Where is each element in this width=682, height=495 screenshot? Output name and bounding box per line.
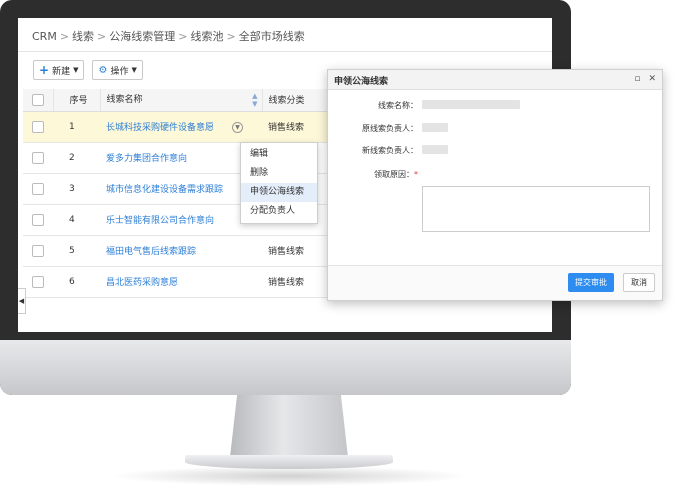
select-all-checkbox[interactable] <box>31 93 44 106</box>
row-name-cell: 乐士智能有限公司合作意向 <box>100 204 262 236</box>
dialog-title: 申领公海线索 <box>334 77 389 87</box>
monitor-stand-neck <box>230 395 348 457</box>
row-index: 2 <box>53 142 100 174</box>
toolbar: + 新建 ▼ ⚙ 操作 ▼ <box>33 60 143 80</box>
row-check-cell <box>23 111 53 143</box>
breadcrumb-leads[interactable]: 线索 <box>72 30 94 43</box>
breadcrumb-lead-pool[interactable]: 线索池 <box>190 30 223 43</box>
breadcrumb-separator: > <box>178 30 188 43</box>
action-button-label: 操作 <box>110 66 129 77</box>
dialog-window-controls: ▫ ✕ <box>634 74 656 84</box>
gear-icon: ⚙ <box>98 64 108 76</box>
menu-item-claim-lead[interactable]: 申领公海线索 <box>241 183 317 202</box>
new-owner-value <box>422 145 448 154</box>
row-menu-icon[interactable]: ▼ <box>232 122 244 133</box>
monitor-chin <box>0 340 571 395</box>
original-owner-label: 原线索负责人： <box>362 124 418 133</box>
monitor-stand-base <box>185 455 393 469</box>
row-check-cell <box>23 142 53 174</box>
row-check-cell <box>23 235 53 267</box>
reason-textarea[interactable] <box>422 186 650 232</box>
close-icon[interactable]: ✕ <box>648 74 656 84</box>
cancel-button[interactable]: 取消 <box>623 273 655 292</box>
row-checkbox[interactable] <box>32 275 44 288</box>
lead-name-value <box>422 100 520 109</box>
menu-item-assign-owner[interactable]: 分配负责人 <box>241 202 317 221</box>
row-checkbox[interactable] <box>32 182 44 195</box>
row-name-cell: 长城科技采购硬件设备意愿 ▼ <box>100 111 262 143</box>
menu-item-edit[interactable]: 编辑 <box>241 145 317 164</box>
row-name-cell: 爱多力集团合作意向 <box>100 142 262 174</box>
dialog-footer: 提交审批 取消 <box>328 265 662 300</box>
row-checkbox[interactable] <box>32 244 44 257</box>
stand-shadow <box>110 466 470 486</box>
new-button[interactable]: + 新建 ▼ <box>33 60 85 80</box>
breadcrumb-separator: > <box>97 30 107 43</box>
row-check-cell <box>23 266 53 298</box>
sort-icon[interactable]: ▲ ▼ <box>252 92 257 108</box>
lead-name-link[interactable]: 昌北医药采购意愿 <box>106 278 178 288</box>
select-all-cell <box>23 89 54 112</box>
lead-name-link[interactable]: 乐士智能有限公司合作意向 <box>106 216 214 226</box>
sidebar-toggle[interactable]: ◀ <box>18 288 26 314</box>
required-marker: * <box>414 170 418 179</box>
dialog-header: 申领公海线索 ▫ ✕ <box>328 70 662 90</box>
row-index: 5 <box>53 235 100 267</box>
lead-name-link[interactable]: 长城科技采购硬件设备意愿 <box>106 123 214 133</box>
row-check-cell <box>23 173 53 205</box>
row-index: 4 <box>53 204 100 236</box>
header-name-label: 线索名称 <box>106 94 143 105</box>
submit-approval-button[interactable]: 提交审批 <box>568 273 614 292</box>
row-index: 3 <box>53 173 100 205</box>
breadcrumb-divider <box>18 51 552 52</box>
dialog-body: 线索名称： 原线索负责人： 新线索负责人： 领取原因：* <box>328 90 662 266</box>
lead-name-label: 线索名称： <box>378 101 418 110</box>
lead-name-link[interactable]: 城市信息化建设设备需求跟踪 <box>106 185 223 195</box>
caret-down-icon: ▼ <box>73 66 79 74</box>
row-checkbox[interactable] <box>32 120 44 133</box>
reason-label: 领取原因：* <box>332 169 418 180</box>
breadcrumb-all-market-leads: 全部市场线索 <box>238 30 305 43</box>
action-button[interactable]: ⚙ 操作 ▼ <box>92 60 143 80</box>
original-owner-value <box>422 123 448 132</box>
lead-name-link[interactable]: 爱多力集团合作意向 <box>106 154 187 164</box>
reason-label-text: 领取原因： <box>374 170 414 179</box>
breadcrumb-public-leads[interactable]: 公海线索管理 <box>109 30 175 43</box>
breadcrumb-separator: > <box>59 30 70 43</box>
row-check-cell <box>23 204 53 236</box>
claim-lead-dialog: 申领公海线索 ▫ ✕ 线索名称： 原线索负责人： 新线索负责人： 领取原因：* … <box>327 69 663 301</box>
lead-name-link[interactable]: 福田电气售后线索跟踪 <box>106 247 196 257</box>
row-name-cell: 城市信息化建设设备需求跟踪 <box>100 173 262 205</box>
row-context-menu: 编辑 删除 申领公海线索 分配负责人 <box>240 142 318 224</box>
new-owner-label: 新线索负责人： <box>362 146 418 155</box>
row-name-cell: 福田电气售后线索跟踪 <box>100 235 262 267</box>
header-index: 序号 <box>53 89 101 112</box>
breadcrumb-crm[interactable]: CRM <box>32 30 57 43</box>
header-name[interactable]: 线索名称 ▲ ▼ <box>100 89 263 112</box>
collapse-arrow-icon: ◀ <box>18 297 25 305</box>
menu-item-delete[interactable]: 删除 <box>241 164 317 183</box>
breadcrumb-separator: > <box>226 30 236 43</box>
breadcrumb: CRM > 线索 > 公海线索管理 > 线索池 > 全部市场线索 <box>32 28 305 44</box>
row-index: 1 <box>53 111 100 143</box>
row-checkbox[interactable] <box>32 151 44 164</box>
new-button-label: 新建 <box>52 66 71 77</box>
plus-icon: + <box>39 63 50 77</box>
caret-down-icon: ▼ <box>131 66 137 74</box>
row-checkbox[interactable] <box>32 213 44 226</box>
maximize-icon[interactable]: ▫ <box>634 74 640 84</box>
row-name-cell: 昌北医药采购意愿 <box>100 266 262 298</box>
row-index: 6 <box>53 266 100 298</box>
